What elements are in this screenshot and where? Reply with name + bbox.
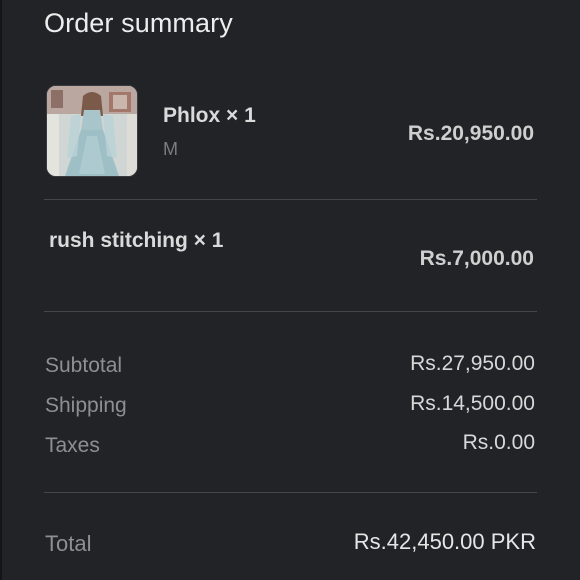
product-thumbnail bbox=[46, 85, 138, 177]
total-label: Total bbox=[45, 531, 92, 556]
taxes-value: Rs.0.00 bbox=[462, 431, 535, 454]
divider bbox=[44, 199, 537, 200]
dress-image-icon bbox=[47, 86, 137, 176]
shipping-value: Rs.14,500.00 bbox=[410, 392, 535, 415]
divider bbox=[44, 311, 537, 312]
line-item-price: Rs.20,950.00 bbox=[407, 122, 534, 145]
subtotal-value: Rs.27,950.00 bbox=[410, 352, 535, 375]
order-summary-title: Order summary bbox=[44, 8, 233, 38]
taxes-label: Taxes bbox=[45, 434, 100, 457]
line-item-price: Rs.7,000.00 bbox=[419, 247, 534, 270]
line-item-name: Phlox × 1 bbox=[163, 104, 256, 127]
line-item-variant: M bbox=[163, 139, 178, 159]
subtotal-label: Subtotal bbox=[45, 354, 123, 377]
divider bbox=[44, 492, 537, 493]
total-value: Rs.42,450.00 PKR bbox=[353, 529, 536, 554]
line-item-name: rush stitching × 1 bbox=[49, 229, 224, 252]
shipping-label: Shipping bbox=[45, 394, 127, 417]
left-edge-border bbox=[0, 0, 2, 580]
